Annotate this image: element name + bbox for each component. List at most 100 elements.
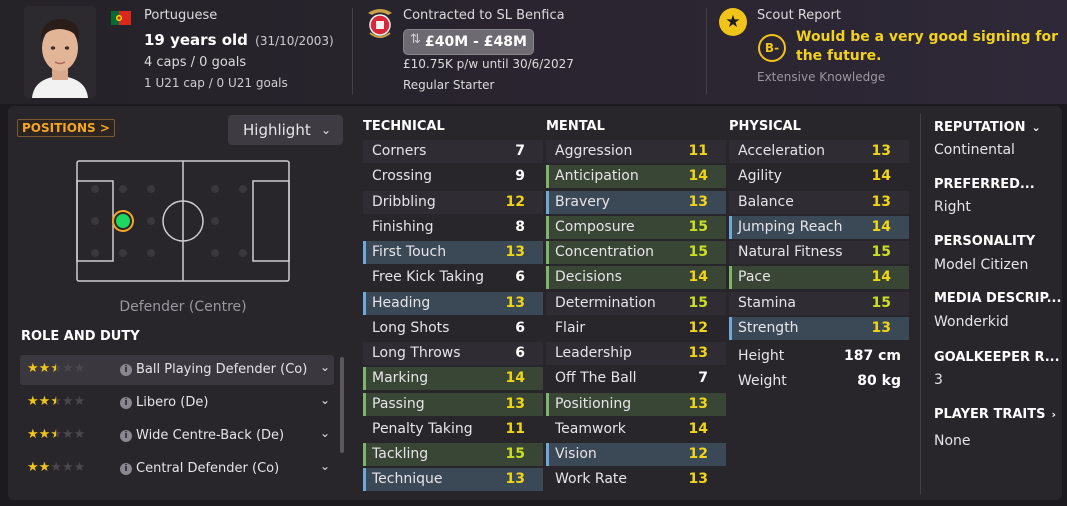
chevron-down-icon[interactable]: ⌄ (320, 393, 330, 407)
attribute-name: Teamwork (555, 420, 626, 437)
mental-attribute-row[interactable]: Bravery 13 (546, 190, 726, 214)
reputation-value: Continental (934, 142, 1015, 158)
attribute-value: 14 (871, 269, 891, 286)
attribute-name: Stamina (738, 294, 796, 311)
star-icon: ★ (38, 361, 51, 376)
player-traits-heading[interactable]: PLAYER TRAITS › (934, 407, 1056, 422)
mental-attribute-row[interactable]: Concentration 15 (546, 241, 726, 264)
technical-attribute-row[interactable]: Dribbling 12 (363, 190, 543, 214)
reputation-heading[interactable]: REPUTATION ⌄ (934, 120, 1041, 135)
mental-attribute-row[interactable]: Aggression 11 (546, 140, 726, 163)
technical-attribute-row[interactable]: Finishing 8 (363, 216, 543, 239)
attribute-value: 8 (515, 218, 525, 235)
technical-title: TECHNICAL (363, 119, 445, 134)
technical-attribute-row[interactable]: Passing 13 (363, 392, 543, 416)
portugal-flag-icon (111, 10, 131, 25)
attribute-value: 6 (515, 319, 525, 336)
info-icon[interactable]: i (120, 430, 132, 442)
highlight-dropdown[interactable]: Highlight ⌄ (228, 115, 343, 145)
physical-attribute-row[interactable]: Stamina 15 (729, 291, 909, 315)
attribute-name: Crossing (372, 168, 433, 185)
attribute-value: 6 (515, 345, 525, 361)
technical-attribute-row[interactable]: Technique 13 (363, 468, 543, 492)
role-row[interactable]: ★★★★★ i Wide Centre-Back (De) ⌄ (20, 421, 334, 451)
star-icon: ★ (38, 394, 51, 409)
info-icon[interactable]: i (120, 364, 132, 376)
info-icon[interactable]: i (120, 463, 132, 475)
chevron-down-icon[interactable]: ⌄ (320, 426, 330, 440)
scout-knowledge: Extensive Knowledge (757, 70, 886, 84)
mental-attribute-row[interactable]: Leadership 13 (546, 342, 726, 365)
transfer-value-pill[interactable]: ⇅ £40M - £48M (403, 29, 534, 55)
attribute-value: 13 (505, 294, 525, 311)
role-row[interactable]: ★★★★★ i Ball Playing Defender (Co) ⌄ (20, 355, 334, 385)
physical-attribute-row[interactable]: Natural Fitness 15 (729, 241, 909, 264)
physical-attribute-row[interactable]: Balance 13 (729, 190, 909, 214)
technical-attribute-row[interactable]: Penalty Taking 11 (363, 418, 543, 441)
chevron-down-icon[interactable]: ⌄ (320, 459, 330, 473)
mental-attribute-row[interactable]: Composure 15 (546, 215, 726, 239)
player-traits-heading-text: PLAYER TRAITS (934, 407, 1046, 422)
header-divider (352, 8, 353, 94)
mental-attribute-row[interactable]: Work Rate 13 (546, 468, 726, 491)
mental-attribute-row[interactable]: Determination 15 (546, 291, 726, 315)
player-u21-caps: 1 U21 cap / 0 U21 goals (144, 76, 288, 90)
physical-attribute-row[interactable]: Pace 14 (729, 266, 909, 290)
physical-attribute-row[interactable]: Strength 13 (729, 316, 909, 340)
role-scrollbar[interactable] (340, 357, 344, 453)
scout-report-title: Scout Report (757, 8, 841, 23)
chevron-down-icon[interactable]: ⌄ (320, 360, 330, 374)
mental-attribute-row[interactable]: Flair 12 (546, 317, 726, 340)
media-description-value: Wonderkid (934, 314, 1009, 330)
attribute-name: Long Throws (372, 345, 461, 361)
mental-attribute-row[interactable]: Positioning 13 (546, 392, 726, 416)
attribute-name: Aggression (555, 143, 633, 159)
mental-attribute-row[interactable]: Vision 12 (546, 443, 726, 466)
technical-attribute-row[interactable]: Corners 7 (363, 140, 543, 163)
attribute-name: Decisions (555, 269, 622, 286)
technical-attribute-row[interactable]: Crossing 9 (363, 165, 543, 188)
preferred-foot-heading: PREFERRED... (934, 177, 1035, 192)
attribute-value: 13 (871, 319, 891, 336)
technical-attribute-row[interactable]: Tackling 15 (363, 443, 543, 466)
attribute-name: Penalty Taking (372, 420, 473, 437)
mental-attribute-row[interactable]: Off The Ball 7 (546, 367, 726, 390)
attribute-value: 12 (688, 446, 708, 462)
physical-attribute-row[interactable]: Jumping Reach 14 (729, 215, 909, 239)
technical-attribute-row[interactable]: Heading 13 (363, 291, 543, 315)
role-duty-title: ROLE AND DUTY (21, 329, 140, 344)
attribute-name: Free Kick Taking (372, 269, 485, 286)
role-name: Libero (De) (136, 395, 209, 410)
technical-attribute-row[interactable]: Free Kick Taking 6 (363, 266, 543, 289)
technical-attribute-row[interactable]: Marking 14 (363, 367, 543, 391)
attribute-name: Anticipation (555, 168, 639, 185)
technical-attribute-row[interactable]: Long Shots 6 (363, 317, 543, 340)
technical-attribute-row[interactable]: Long Throws 6 (363, 342, 543, 365)
attribute-name: Corners (372, 143, 427, 159)
attribute-name: Marking (372, 370, 429, 387)
mental-attribute-row[interactable]: Teamwork 14 (546, 418, 726, 441)
physical-attribute-row[interactable]: Acceleration 13 (729, 140, 909, 163)
technical-attribute-row[interactable]: First Touch 13 (363, 241, 543, 264)
attribute-name: Jumping Reach (738, 218, 843, 235)
role-row[interactable]: ★★★★★ i Libero (De) ⌄ (20, 388, 334, 418)
physical-attribute-row[interactable]: Agility 14 (729, 165, 909, 188)
mental-attribute-row[interactable]: Decisions 14 (546, 266, 726, 290)
header-divider (706, 8, 707, 94)
attribute-name: Strength (738, 319, 799, 336)
attribute-value: 13 (871, 143, 891, 159)
attribute-name: Balance (738, 193, 794, 210)
attribute-name: Natural Fitness (738, 244, 843, 260)
chevron-down-icon: ⌄ (1031, 121, 1041, 134)
attribute-value: 13 (688, 345, 708, 361)
attribute-name: Pace (738, 269, 771, 286)
star-icon: ★ (61, 394, 74, 409)
positions-button[interactable]: POSITIONS > (17, 119, 115, 137)
role-row[interactable]: ★★★★★ i Central Defender (Co) ⌄ (20, 454, 334, 484)
info-icon[interactable]: i (120, 397, 132, 409)
attribute-name: Composure (555, 218, 635, 235)
position-pitch[interactable] (75, 159, 291, 283)
mental-attribute-row[interactable]: Anticipation 14 (546, 165, 726, 189)
attribute-value: 6 (515, 269, 525, 286)
star-icon: ★ (73, 460, 86, 475)
